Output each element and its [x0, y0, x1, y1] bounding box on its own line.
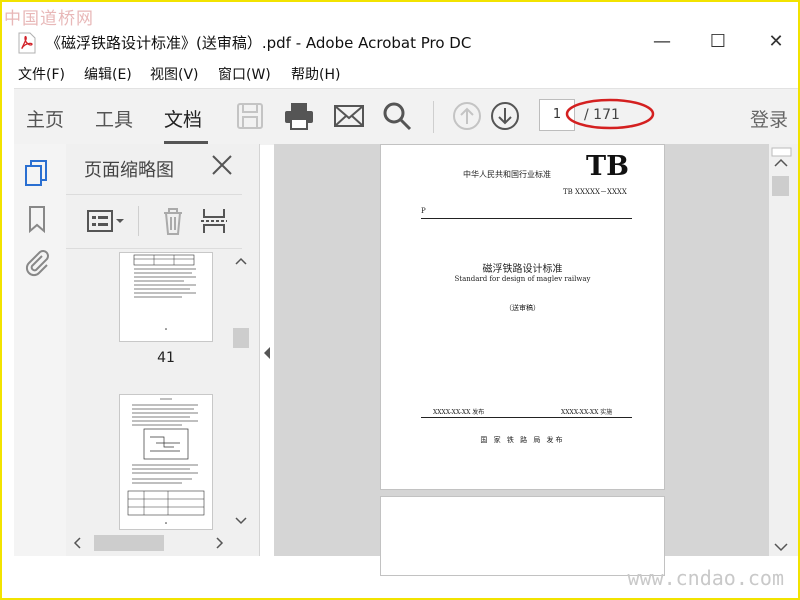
- page-thumbnails-icon[interactable]: [22, 158, 52, 188]
- main-toolbar: 主页 工具 文档 1 / 171 登录: [14, 88, 798, 145]
- doc-top-rule: [421, 218, 632, 219]
- document-view[interactable]: 中华人民共和国行业标准 TB TB XXXXX－XXXX P 磁浮铁路设计标准 …: [274, 144, 769, 576]
- watermark-top: 中国道桥网: [4, 9, 94, 29]
- pdf-page-1: 中华人民共和国行业标准 TB TB XXXXX－XXXX P 磁浮铁路设计标准 …: [380, 144, 665, 490]
- doc-p-mark: P: [421, 207, 426, 215]
- doc-effective-date: XXXX-XX-XX 实施: [561, 409, 613, 416]
- tab-document[interactable]: 文档: [164, 105, 202, 132]
- login-button[interactable]: 登录: [750, 105, 788, 132]
- menu-window[interactable]: 窗口(W): [218, 64, 271, 84]
- acrobat-app-icon: [18, 32, 36, 54]
- panel-divider-2: [66, 248, 242, 249]
- menu-help[interactable]: 帮助(H): [291, 64, 340, 84]
- delete-page-icon[interactable]: [158, 204, 188, 238]
- doc-title-cn: 磁浮铁路设计标准: [482, 264, 563, 275]
- tab-tools[interactable]: 工具: [95, 105, 133, 132]
- document-vertical-scrollbar[interactable]: [769, 144, 798, 556]
- tab-home[interactable]: 主页: [26, 105, 64, 132]
- email-icon[interactable]: [332, 99, 366, 133]
- thumbnail-content: [127, 398, 205, 524]
- menu-view[interactable]: 视图(V): [150, 64, 199, 84]
- thumbnail-vertical-scrollbar[interactable]: [231, 252, 251, 530]
- panel-divider: [66, 194, 242, 195]
- doc-bottom-rule: [421, 417, 632, 418]
- panel-title: 页面缩略图: [84, 160, 174, 181]
- thumbnail-panel: 页面缩略图 41: [66, 144, 260, 556]
- menu-bar: 文件(F) 编辑(E) 视图(V) 窗口(W) 帮助(H): [2, 62, 798, 86]
- doc-release-date: XXXX-XX-XX 发布: [433, 409, 485, 416]
- window-title: 《磁浮铁路设计标准》(送审稿）.pdf - Adobe Acrobat Pro …: [46, 34, 472, 52]
- left-rail: [14, 144, 67, 556]
- thumbnail-content: [133, 254, 196, 330]
- page-down-icon[interactable]: [488, 99, 522, 133]
- close-icon[interactable]: [209, 152, 235, 178]
- doc-code-big: TB: [586, 151, 629, 182]
- close-button[interactable]: ✕: [756, 30, 796, 56]
- pdf-page-2: [380, 496, 665, 576]
- scrollbar-graphics: [771, 147, 792, 552]
- insert-page-icon[interactable]: [200, 204, 228, 238]
- toolbar-separator: [433, 101, 434, 133]
- collapse-panel-icon[interactable]: [262, 346, 272, 360]
- page-thumbnail-42[interactable]: [119, 394, 213, 530]
- thumbnail-options-icon[interactable]: [86, 204, 128, 238]
- attachment-icon[interactable]: [22, 247, 52, 277]
- doc-publisher: 国 家 铁 路 局 发布: [480, 436, 565, 444]
- page-thumbnail-41[interactable]: [119, 252, 213, 342]
- doc-title-en: Standard for design of maglev railway: [454, 275, 591, 283]
- scrollbar-graphics: [73, 535, 224, 551]
- watermark-bottom: www.cndao.com: [627, 566, 784, 590]
- doc-draft-label: （送审稿）: [505, 304, 540, 312]
- doc-issuer: 中华人民共和国行业标准: [463, 170, 551, 179]
- maximize-button[interactable]: ☐: [698, 30, 738, 56]
- doc-code: TB XXXXX－XXXX: [563, 188, 627, 196]
- bookmark-icon[interactable]: [22, 204, 52, 234]
- annotation-circle: [565, 98, 655, 130]
- thumbnail-page-number: 41: [157, 350, 175, 366]
- print-icon[interactable]: [282, 99, 316, 133]
- thumbnail-list: 41: [66, 252, 231, 530]
- menu-edit[interactable]: 编辑(E): [84, 64, 132, 84]
- search-icon[interactable]: [380, 99, 414, 133]
- menu-file[interactable]: 文件(F): [18, 64, 65, 84]
- minimize-button[interactable]: —: [642, 30, 682, 56]
- save-icon[interactable]: [233, 99, 267, 133]
- title-bar: 《磁浮铁路设计标准》(送审稿）.pdf - Adobe Acrobat Pro …: [2, 30, 798, 56]
- thumbnail-horizontal-scrollbar[interactable]: [66, 532, 231, 554]
- page-up-icon[interactable]: [450, 99, 484, 133]
- scrollbar-graphics: [233, 257, 249, 525]
- screenshot-frame: 中国道桥网 www.cndao.com 《磁浮铁路设计标准》(送审稿）.pdf …: [0, 0, 800, 600]
- panel-tool-separator: [138, 206, 139, 236]
